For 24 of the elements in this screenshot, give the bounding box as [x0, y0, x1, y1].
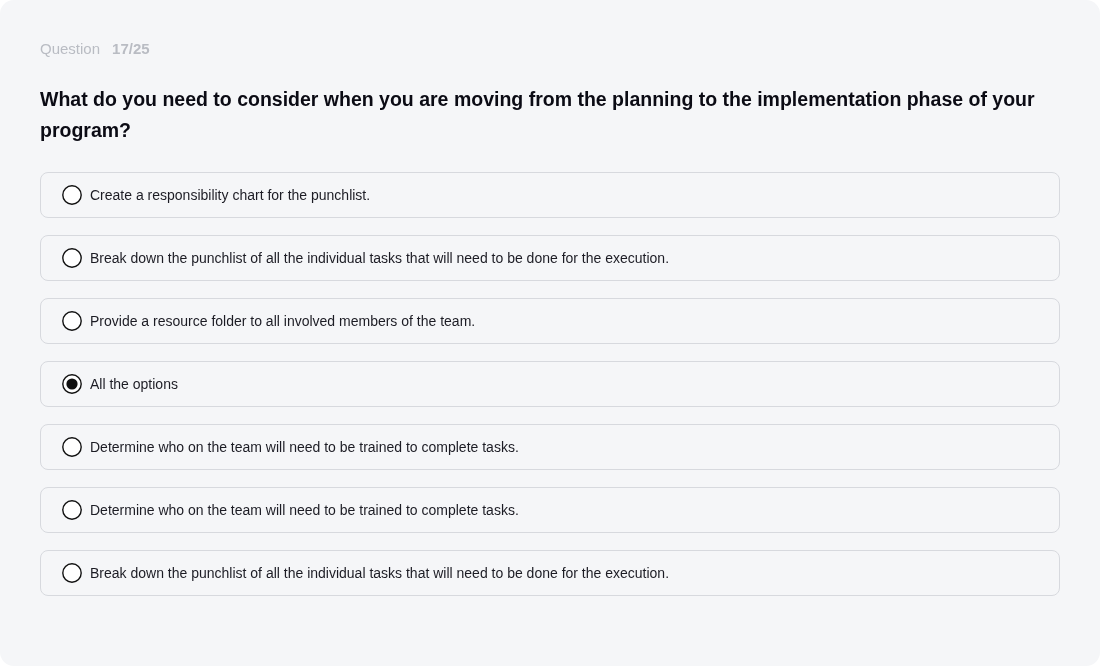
answer-option[interactable]: Create a responsibility chart for the punchlist.	[40, 172, 1060, 218]
radio-icon[interactable]	[62, 563, 82, 583]
question-text: What do you need to consider when you are moving from the planning to the implementation phase of your program?	[40, 87, 1036, 143]
radio-icon[interactable]	[62, 500, 82, 520]
option-text: All the options	[90, 375, 178, 393]
answer-option[interactable]: Break down the punchlist of all the individual tasks that will need to be done for the execution.	[40, 235, 1060, 281]
question-counter: 17/25	[112, 39, 150, 59]
answer-option[interactable]: Determine who on the team will need to be trained to complete tasks.	[40, 424, 1060, 470]
option-text: Break down the punchlist of all the individual tasks that will need to be done for the execution.	[90, 564, 670, 582]
option-text: Determine who on the team will need to be trained to complete tasks.	[90, 438, 519, 456]
radio-icon[interactable]	[62, 185, 82, 205]
answer-option[interactable]: All the options	[40, 361, 1060, 407]
option-text: Determine who on the team will need to be trained to complete tasks.	[90, 501, 519, 519]
answer-option[interactable]: Provide a resource folder to all involved members of the team.	[40, 298, 1060, 344]
radio-icon[interactable]	[62, 311, 82, 331]
radio-icon[interactable]	[62, 374, 82, 394]
radio-icon[interactable]	[62, 248, 82, 268]
option-text: Provide a resource folder to all involved members of the team.	[90, 312, 476, 330]
answer-option[interactable]: Break down the punchlist of all the individual tasks that will need to be done for the execution.	[40, 550, 1060, 596]
option-text: Create a responsibility chart for the punchlist.	[90, 186, 371, 204]
option-text: Break down the punchlist of all the individual tasks that will need to be done for the execution.	[90, 249, 670, 267]
radio-icon[interactable]	[62, 437, 82, 457]
question-label: Question	[40, 39, 101, 59]
answer-option[interactable]: Determine who on the team will need to be trained to complete tasks.	[40, 487, 1060, 533]
